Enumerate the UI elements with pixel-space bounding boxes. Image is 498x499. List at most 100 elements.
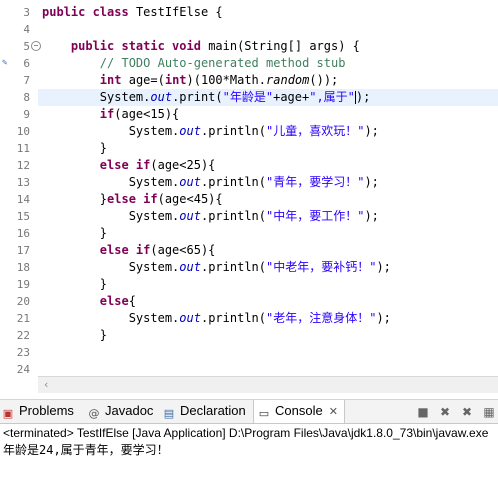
close-icon[interactable]: ✕ <box>329 405 338 418</box>
current-code-line[interactable]: System.out.print("年龄是"+age+",属于"); <box>38 89 498 106</box>
comment-token: // TODO Auto-generated method stub <box>99 56 346 70</box>
console-status: <terminated> TestIfElse [Java Applicatio… <box>3 426 489 440</box>
string-token: "青年，要学习！" <box>266 175 365 189</box>
code-line[interactable]: else{ <box>42 293 498 310</box>
line-number: 4 <box>23 23 30 36</box>
tab-console[interactable]: ▭ Console ✕ <box>253 400 345 423</box>
field-token: out <box>150 90 173 104</box>
task-marker-icon[interactable]: ✎ <box>2 58 7 68</box>
code-token: .println( <box>200 175 266 189</box>
string-token: "中老年，要补钙！" <box>266 260 377 274</box>
code-token: .println( <box>200 311 266 325</box>
string-token: "儿童，喜欢玩！" <box>266 124 365 138</box>
problems-icon: ▣ <box>2 407 14 420</box>
field-token: out <box>179 209 201 223</box>
code-token: System. <box>128 175 180 189</box>
line-number: 20 <box>16 295 30 308</box>
code-line[interactable]: } <box>42 327 498 344</box>
field-token: out <box>179 124 201 138</box>
keyword-token: public class <box>42 5 129 19</box>
code-line[interactable]: } <box>42 225 498 242</box>
code-token: ); <box>364 175 379 189</box>
tab-label: Javadoc <box>105 403 154 418</box>
string-token: ",属于" <box>309 90 355 104</box>
clear-console-icon[interactable]: ▦ <box>482 405 496 419</box>
code-token: ); <box>376 260 391 274</box>
code-line[interactable]: }else if(age<45){ <box>42 191 498 208</box>
tab-javadoc[interactable]: @ Javadoc <box>88 400 154 423</box>
code-line[interactable]: System.out.println("中年，要工作！"); <box>42 208 498 225</box>
declaration-icon: ▤ <box>163 407 175 420</box>
code-line[interactable]: } <box>42 276 498 293</box>
tab-label: Problems <box>19 403 74 418</box>
line-number: 16 <box>16 227 30 240</box>
console-icon: ▭ <box>258 407 270 420</box>
code-line[interactable]: System.out.println("中老年，要补钙！"); <box>42 259 498 276</box>
code-line[interactable]: int age=(int)(100*Math.random()); <box>42 72 498 89</box>
code-line[interactable]: System.out.println("儿童，喜欢玩！"); <box>42 123 498 140</box>
code-line[interactable]: public class TestIfElse { <box>42 4 498 21</box>
line-number: 24 <box>16 363 30 376</box>
code-token: ()); <box>309 73 339 87</box>
code-token: System. <box>128 260 180 274</box>
view-tab-bar: ▣ Problems @ Javadoc ▤ Declaration ▭ Console… <box>0 399 498 424</box>
code-token: .print( <box>172 90 223 104</box>
remove-launch-icon[interactable]: ✖ <box>438 405 452 419</box>
line-number: 9 <box>23 108 30 121</box>
code-editor[interactable]: 3 4 5 − 6 ✎ 7 8 9 10 11 12 13 14 15 16 1… <box>0 0 498 378</box>
keyword-token: int <box>99 73 122 87</box>
fold-toggle-icon[interactable]: − <box>31 41 41 51</box>
code-token: .println( <box>200 209 266 223</box>
code-token: (age<65){ <box>150 243 216 257</box>
code-line[interactable]: if(age<15){ <box>42 106 498 123</box>
line-number: 22 <box>16 329 30 342</box>
tab-declaration[interactable]: ▤ Declaration <box>163 400 246 423</box>
code-token: System. <box>99 90 151 104</box>
line-number: 21 <box>16 312 30 325</box>
code-line[interactable]: public static void main(String[] args) { <box>42 38 498 55</box>
class-name-token: TestIfElse { <box>135 5 223 19</box>
code-token: } <box>99 328 108 342</box>
code-token: .println( <box>200 124 266 138</box>
code-token: ); <box>376 311 391 325</box>
line-number: 8 <box>23 91 30 104</box>
console-output: 年龄是24,属于青年，要学习！ <box>3 443 169 457</box>
code-token: (age<15){ <box>114 107 180 121</box>
string-token: "年龄是" <box>222 90 274 104</box>
field-token: out <box>179 175 201 189</box>
at-icon: @ <box>88 407 100 420</box>
code-token: ); <box>355 90 371 104</box>
code-line[interactable]: else if(age<25){ <box>42 157 498 174</box>
line-number: 3 <box>23 6 30 19</box>
code-line[interactable]: // TODO Auto-generated method stub <box>42 55 498 72</box>
code-line[interactable]: } <box>42 140 498 157</box>
line-number: 13 <box>16 176 30 189</box>
terminate-icon[interactable]: ■ <box>416 405 430 419</box>
code-line[interactable]: System.out.println("老年，注意身体！"); <box>42 310 498 327</box>
console-view[interactable]: <terminated> TestIfElse [Java Applicatio… <box>0 424 498 499</box>
line-number: 11 <box>16 142 30 155</box>
line-number: 15 <box>16 210 30 223</box>
code-token: +age+ <box>273 90 310 104</box>
keyword-token: else if <box>99 243 151 257</box>
tab-problems[interactable]: ▣ Problems <box>2 400 74 423</box>
code-token: (age<25){ <box>150 158 216 172</box>
keyword-token: else <box>99 294 129 308</box>
keyword-token: else if <box>99 158 151 172</box>
code-token: System. <box>128 124 180 138</box>
code-line[interactable]: else if(age<65){ <box>42 242 498 259</box>
string-token: "中年，要工作！" <box>266 209 365 223</box>
field-token: out <box>179 311 201 325</box>
line-number: 19 <box>16 278 30 291</box>
line-number: 5 <box>23 40 30 53</box>
remove-all-terminated-icon[interactable]: ✖ <box>460 405 474 419</box>
horizontal-scrollbar[interactable]: ‹ <box>38 376 498 393</box>
line-number: 7 <box>23 74 30 87</box>
string-token: "老年，注意身体！" <box>266 311 377 325</box>
tab-label: Declaration <box>180 403 246 418</box>
code-token: } <box>99 192 108 206</box>
scroll-left-arrow-icon[interactable]: ‹ <box>44 377 48 393</box>
line-number: 17 <box>16 244 30 257</box>
code-line[interactable]: System.out.println("青年，要学习！"); <box>42 174 498 191</box>
line-number: 10 <box>16 125 30 138</box>
